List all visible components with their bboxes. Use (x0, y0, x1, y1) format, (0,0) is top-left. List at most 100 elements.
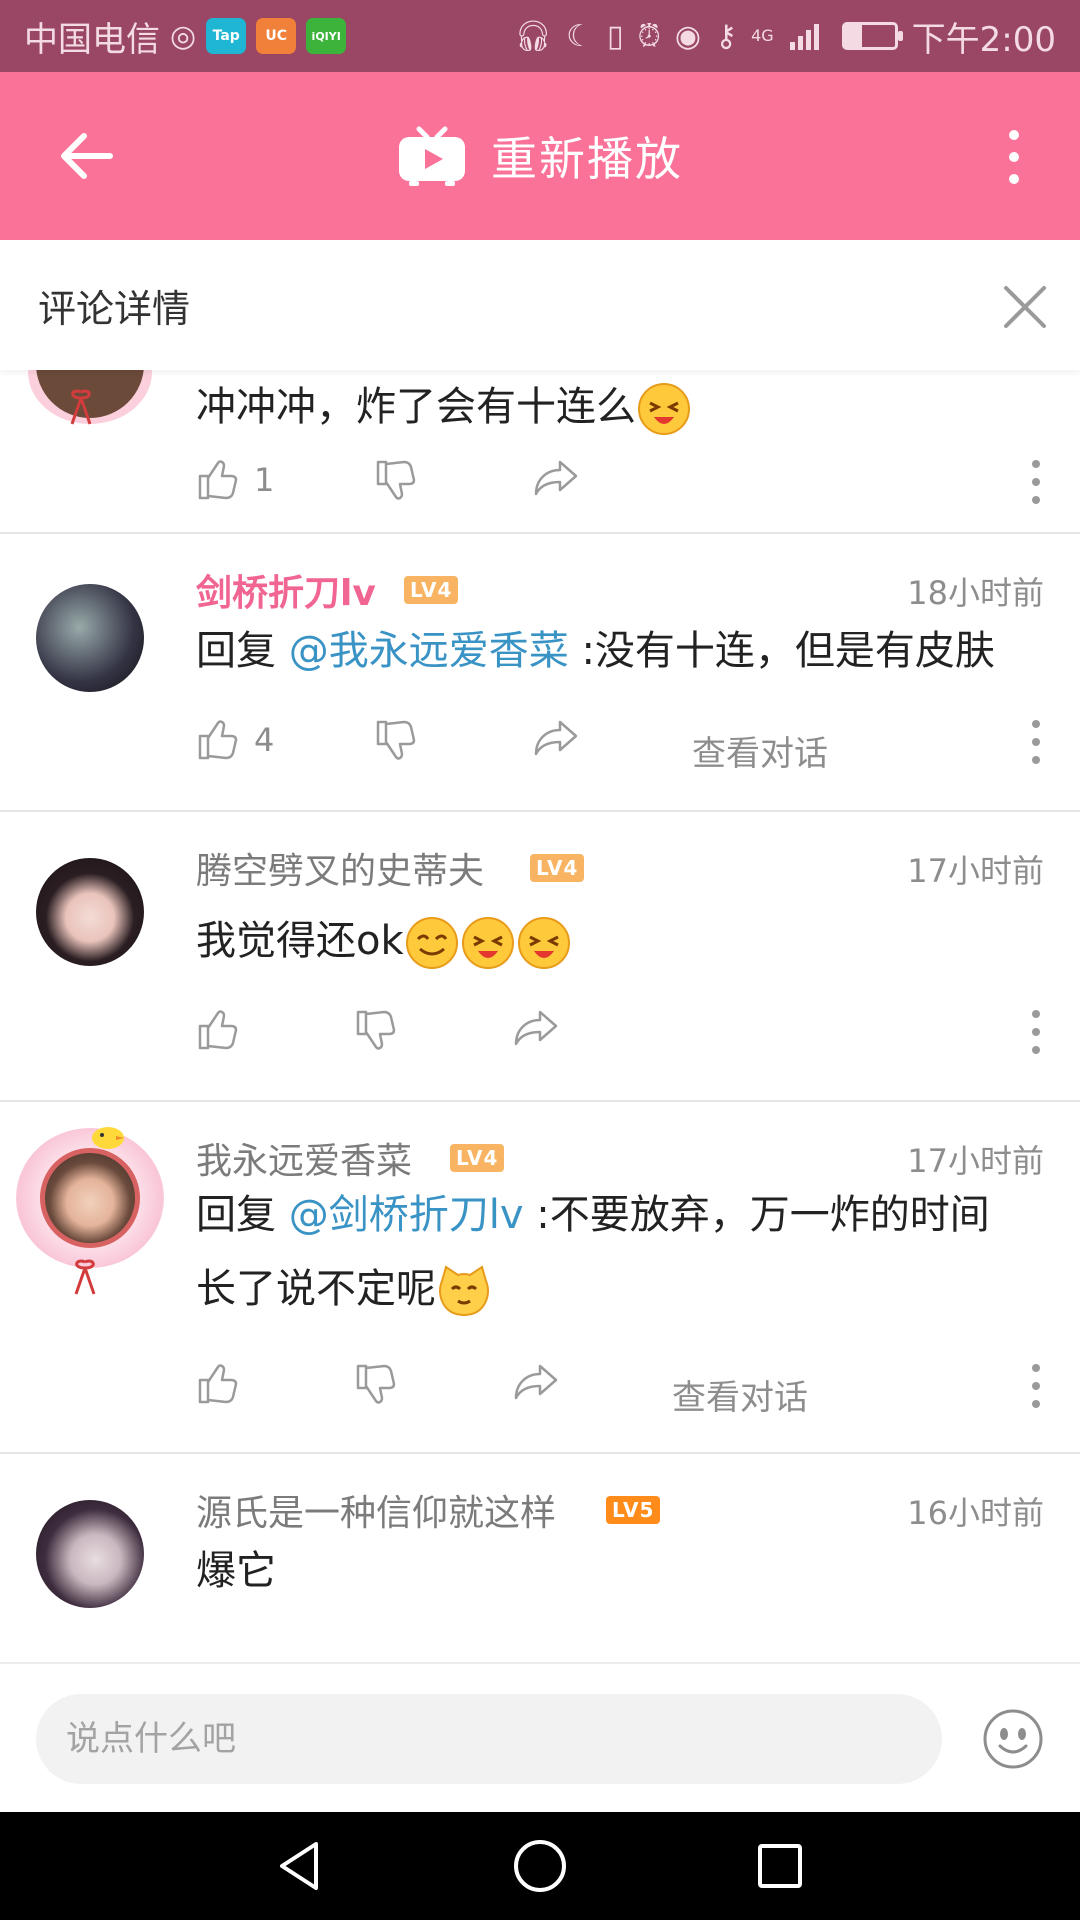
like-button[interactable]: 4 (196, 718, 274, 762)
close-icon[interactable] (1000, 282, 1050, 332)
share-button[interactable] (512, 1008, 560, 1048)
comment-actions (196, 1008, 1046, 1068)
laughing-emoji-icon (638, 383, 690, 435)
comment-input[interactable] (36, 1694, 942, 1784)
thumbs-down-icon (356, 1364, 396, 1404)
avatar[interactable] (40, 1148, 140, 1248)
thumbs-down-icon (376, 720, 416, 760)
iqiyi-app-icon: iQIYI (306, 18, 347, 54)
like-button[interactable]: 1 (196, 458, 274, 502)
view-conversation-link[interactable]: 查看对话 (692, 726, 828, 775)
comment-item: 冲冲冲，炸了会有十连么 1 (0, 370, 1080, 534)
level-badge: LV5 (606, 1496, 661, 1524)
smug-emoji-icon (405, 917, 458, 969)
nav-recent-icon[interactable] (750, 1836, 810, 1896)
page-title: 重新播放 (491, 132, 683, 186)
ribbon-icon (70, 389, 92, 425)
thumbs-up-icon (198, 1364, 238, 1404)
cat-emoji-icon (439, 1265, 489, 1317)
taptap-app-icon: Tap (206, 18, 247, 54)
level-badge: LV4 (450, 1144, 505, 1172)
comment-time: 18小时前 (907, 574, 1044, 612)
thumbs-down-icon (376, 460, 416, 500)
username[interactable]: 腾空劈叉的史蒂夫 (196, 842, 484, 894)
detail-title: 评论详情 (38, 286, 191, 331)
clock-label: 下午2:00 (911, 19, 1056, 60)
comment-actions: 4 查看对话 (196, 718, 1046, 778)
share-button[interactable] (532, 718, 580, 758)
comment-detail-header: 评论详情 (0, 240, 1080, 370)
dislike-button[interactable] (354, 1008, 398, 1052)
signal-icon (789, 24, 819, 50)
carrier-label: 中国电信 (24, 19, 160, 60)
back-arrow-icon (61, 133, 113, 179)
vibrate-icon: ▯ (606, 18, 624, 54)
more-vertical-icon (1009, 130, 1019, 140)
comment-text: 我觉得还ok (196, 904, 1036, 978)
emoji-icon[interactable] (982, 1708, 1044, 1770)
comment-item: 源氏是一种信仰就这样 LV5 16小时前 爆它 (0, 1454, 1080, 1662)
share-icon (534, 460, 578, 496)
headphones-icon: 🎧︎ (513, 18, 553, 54)
comment-more-button[interactable] (1026, 1010, 1046, 1054)
back-button[interactable] (48, 118, 124, 194)
moon-icon: ☾ (566, 18, 593, 54)
avatar[interactable] (36, 1500, 144, 1608)
comment-actions: 1 (196, 458, 1046, 518)
network-type-label: 4G (751, 26, 774, 45)
thumbs-down-icon (356, 1010, 396, 1050)
title-bar: 重新播放 (0, 72, 1080, 240)
chick-icon (92, 1127, 124, 1149)
dislike-button[interactable] (374, 458, 418, 502)
comment-item: 我永远爱香菜 LV4 17小时前 回复 @剑桥折刀lv :不要放弃，万一炸的时间… (0, 1102, 1080, 1454)
username[interactable]: 我永远爱香菜 (196, 1132, 412, 1184)
hotspot-icon: ◎ (170, 18, 197, 54)
comment-more-button[interactable] (1026, 460, 1046, 504)
alarm-icon: ⏰︎ (637, 18, 661, 54)
key-icon: ⚷ (715, 18, 738, 54)
nav-home-icon[interactable] (510, 1836, 570, 1896)
like-button[interactable] (196, 1362, 240, 1406)
mention-link[interactable]: @我永远爱香菜 (289, 628, 569, 674)
comment-item: 剑桥折刀lv LV4 18小时前 回复 @我永远爱香菜 :没有十连，但是有皮肤 … (0, 534, 1080, 812)
avatar[interactable] (36, 584, 144, 692)
comment-text: 回复 @我永远爱香菜 :没有十连，但是有皮肤 (196, 628, 995, 674)
tv-play-icon (399, 126, 465, 186)
like-count: 4 (254, 721, 275, 759)
laughing-emoji-icon (461, 917, 514, 969)
comment-text: 爆它 (196, 1548, 276, 1594)
avatar[interactable] (36, 858, 144, 966)
level-badge: LV4 (404, 576, 459, 604)
like-button[interactable] (196, 1008, 240, 1052)
nav-back-icon[interactable] (270, 1836, 330, 1896)
battery-icon (841, 22, 903, 50)
comment-time: 17小时前 (907, 852, 1044, 890)
navigation-bar (0, 1812, 1080, 1920)
level-badge: LV4 (530, 854, 585, 882)
mention-link[interactable]: @剑桥折刀lv (289, 1192, 524, 1238)
uc-browser-app-icon: UC (256, 18, 297, 54)
comment-text: 回复 @剑桥折刀lv :不要放弃，万一炸的时间 长了说不定呢 (196, 1178, 1036, 1326)
comment-input-bar (0, 1662, 1080, 1812)
share-button[interactable] (512, 1362, 560, 1402)
thumbs-up-icon (198, 720, 238, 760)
share-icon (514, 1010, 558, 1046)
dislike-button[interactable] (354, 1362, 398, 1406)
comment-list[interactable]: 冲冲冲，炸了会有十连么 1 剑桥折刀lv LV4 18小时前 回复 @我永远爱香… (0, 370, 1080, 1662)
laughing-emoji-icon (517, 917, 570, 969)
share-button[interactable] (532, 458, 580, 498)
comment-actions: 查看对话 (196, 1362, 1046, 1422)
dislike-button[interactable] (374, 718, 418, 762)
username[interactable]: 源氏是一种信仰就这样 (196, 1484, 556, 1536)
more-options-button[interactable] (984, 122, 1044, 192)
username[interactable]: 剑桥折刀lv (196, 564, 376, 616)
status-bar: 中国电信 ◎ Tap UC iQIYI 🎧︎ ☾ ▯ ⏰︎ ◉ ⚷ 4G 下午2… (0, 0, 1080, 72)
comment-time: 16小时前 (907, 1494, 1044, 1532)
comment-more-button[interactable] (1026, 1364, 1046, 1408)
comment-more-button[interactable] (1026, 720, 1046, 764)
ribbon-icon (74, 1259, 96, 1295)
thumbs-up-icon (198, 460, 238, 500)
share-icon (534, 720, 578, 756)
share-icon (514, 1364, 558, 1400)
view-conversation-link[interactable]: 查看对话 (672, 1370, 808, 1419)
